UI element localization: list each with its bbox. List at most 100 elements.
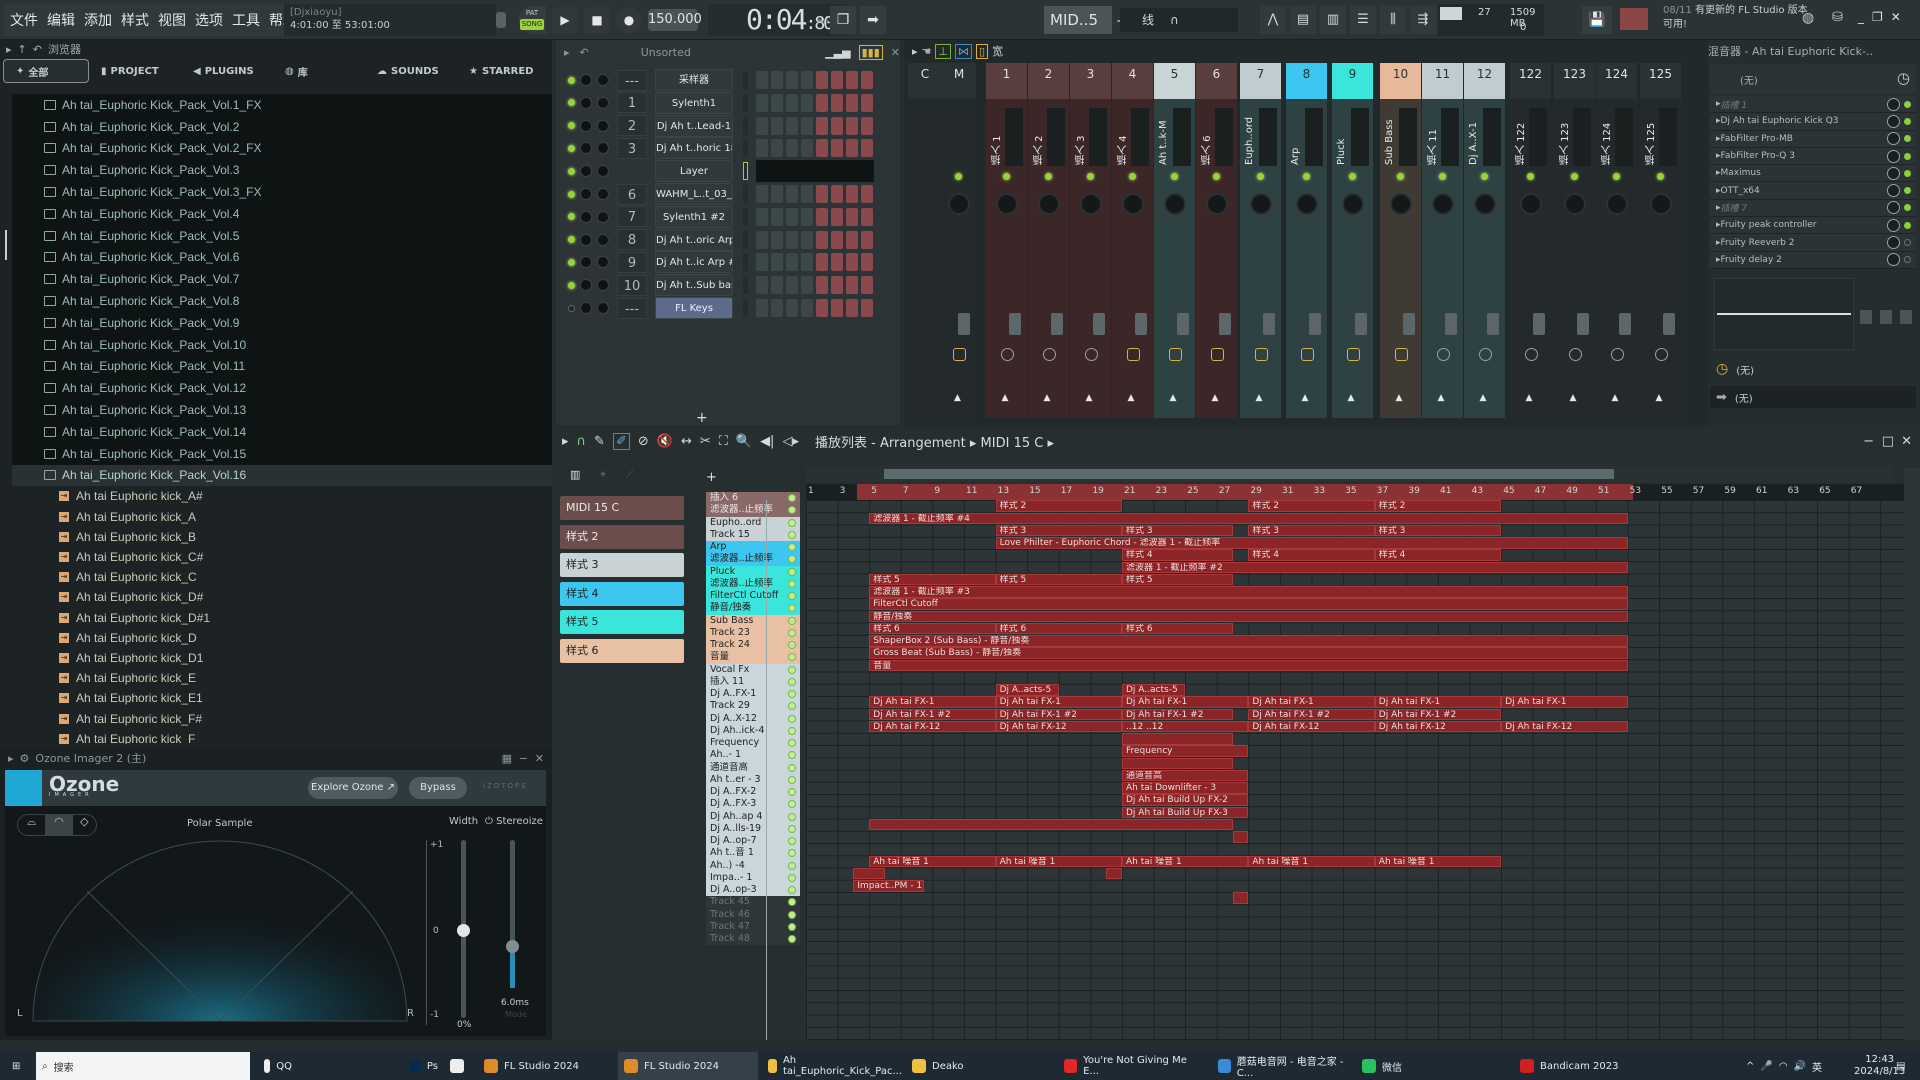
track-header[interactable]: Dj Ah..ap 4	[706, 810, 800, 823]
pan-knob[interactable]	[1431, 193, 1454, 215]
channel-name-button[interactable]: Dj Ah t..horic 18	[655, 137, 733, 160]
track-enable-led[interactable]	[788, 555, 796, 564]
mute-led[interactable]	[568, 99, 575, 107]
route-arrow-icon[interactable]: ▲	[1570, 393, 1577, 403]
track-enable-led[interactable]	[788, 751, 796, 760]
taskbar-app[interactable]: Ah tai_Euphoric_Kick_Pac...	[762, 1052, 902, 1080]
step-button[interactable]	[861, 185, 873, 203]
playlist-clip[interactable]: Dj Ah tai FX-1	[1374, 696, 1502, 708]
track-header[interactable]: Vocal Fx	[706, 663, 800, 676]
step-button[interactable]	[756, 185, 768, 203]
channel-rack-shortcut[interactable]: ▥	[1320, 6, 1346, 34]
track-header[interactable]: 滤波器..止频率	[706, 553, 800, 566]
volume-knob[interactable]	[597, 74, 609, 86]
slip-icon[interactable]: ↔	[681, 434, 692, 449]
step-button[interactable]	[846, 276, 858, 295]
playlist-clip[interactable]: 样式 4	[1374, 549, 1502, 561]
fx-enable-led[interactable]	[1904, 100, 1911, 108]
step-button[interactable]	[786, 71, 798, 89]
mute-led[interactable]	[568, 236, 575, 244]
step-button[interactable]	[831, 185, 843, 203]
mixer-strip[interactable]: 123 插入 123 ▲	[1554, 63, 1595, 418]
mixer-track-number[interactable]: 2	[617, 115, 647, 137]
pan-knob[interactable]	[995, 193, 1018, 215]
track-enable-led[interactable]	[788, 494, 796, 502]
track-enable-led[interactable]	[788, 775, 796, 784]
pattern-item[interactable]: 样式 6	[560, 638, 684, 663]
record-button[interactable]: ●	[616, 7, 642, 33]
expand-icon[interactable]: ▸	[6, 43, 12, 56]
step-button[interactable]	[861, 93, 873, 112]
menu-options[interactable]: 选项	[195, 10, 223, 30]
playlist-clip[interactable]: Ah tai Downlifter - 3	[1122, 782, 1249, 794]
step-button[interactable]	[786, 299, 798, 317]
mixer-track-number[interactable]: ---	[617, 69, 647, 91]
step-button[interactable]	[846, 230, 858, 249]
mix-knob[interactable]	[1887, 97, 1900, 111]
taskbar-app[interactable]: You're Not Giving Me E...	[1058, 1052, 1198, 1080]
playlist-clip[interactable]: Love Philter - Euphoric Chord - 滤波器 1 - …	[995, 537, 1628, 549]
step-button[interactable]	[801, 139, 813, 158]
taskbar-app[interactable]: FL Studio 2024	[478, 1052, 618, 1080]
eq-fader-low[interactable]	[1860, 310, 1872, 324]
track-header[interactable]: Ah..) -4	[706, 859, 800, 872]
mixer-strip[interactable]: 8 Arp ▲	[1286, 63, 1327, 418]
pan-knob[interactable]	[1341, 193, 1364, 215]
fx-toggle-icon[interactable]	[1210, 348, 1224, 361]
mixer-strip[interactable]: 11 插入 11 ▲	[1422, 63, 1463, 418]
mixer-mute-led[interactable]	[1212, 173, 1220, 180]
step-button[interactable]	[831, 71, 843, 89]
step-button[interactable]	[846, 185, 858, 203]
step-button[interactable]	[861, 276, 873, 295]
track-enable-led[interactable]	[788, 641, 796, 649]
mute-led[interactable]	[568, 213, 575, 221]
automation-icon[interactable]: ⟋	[626, 468, 634, 482]
restore-button[interactable]: ❐	[1872, 10, 1883, 24]
fx-toggle-icon[interactable]	[1346, 348, 1360, 361]
taskbar-app[interactable]: Bandicam 2023	[1514, 1052, 1654, 1080]
track-enable-led[interactable]	[788, 873, 796, 882]
browser-folder[interactable]: Ah tai_Euphoric Kick_Pack_Vol.12	[12, 377, 552, 399]
track-enable-led[interactable]	[788, 714, 796, 723]
pan-knob[interactable]	[580, 96, 592, 109]
channel-name-button[interactable]: Sylenth1 #2	[655, 205, 733, 228]
mute-led[interactable]	[568, 76, 575, 84]
track-header[interactable]: Arp	[706, 541, 800, 554]
taskbar-app[interactable]: Ps	[404, 1052, 438, 1080]
gear-icon[interactable]: ⚙	[20, 752, 30, 765]
pan-knob[interactable]	[580, 74, 592, 86]
close-button[interactable]: ✕	[1891, 10, 1901, 24]
track-enable-led[interactable]	[788, 898, 796, 907]
pan-knob[interactable]	[580, 142, 592, 155]
step-button[interactable]	[816, 139, 828, 158]
fx-toggle-icon[interactable]	[1436, 348, 1450, 361]
fx-slot[interactable]: ▸ FabFilter Pro-Q 3	[1710, 147, 1916, 166]
step-button[interactable]	[816, 93, 828, 112]
fx-slot[interactable]: ▸ Dj Ah tai Euphoric Kick Q3	[1710, 113, 1916, 131]
globe-icon[interactable]: ◍	[1802, 10, 1814, 26]
volume-knob[interactable]	[597, 256, 609, 269]
back-icon[interactable]: ↶	[33, 43, 42, 56]
mixer-mute-led[interactable]	[1438, 173, 1446, 180]
track-header[interactable]: Track 29	[706, 700, 800, 713]
step-button[interactable]	[861, 116, 873, 135]
pattern-item[interactable]: 样式 5	[560, 610, 684, 635]
mixer-track-number[interactable]: 9	[617, 251, 647, 273]
mixer-strip[interactable]: 7 Euph..ord ▲	[1240, 63, 1281, 418]
mixer-mute-led[interactable]	[1170, 173, 1178, 180]
volume-icon[interactable]: 🔊	[1794, 1061, 1806, 1072]
step-button[interactable]	[831, 93, 843, 112]
browser-folder[interactable]: Ah tai_Euphoric Kick_Pack_Vol.10	[12, 334, 552, 356]
output-selector[interactable]: ➡ (无)	[1710, 386, 1916, 408]
playlist-clip[interactable]: 样式 4	[1248, 549, 1375, 561]
fx-toggle-icon[interactable]	[1168, 348, 1182, 361]
route-arrow-icon[interactable]: ▲	[1128, 393, 1135, 403]
browser-folder[interactable]: Ah tai_Euphoric Kick_Pack_Vol.6	[12, 247, 552, 269]
eq-fader-mid[interactable]	[1880, 310, 1892, 324]
playlist-clip[interactable]: Dj A..acts-5	[1122, 684, 1186, 696]
mixer-track-number[interactable]: 7	[617, 206, 647, 228]
browser-file[interactable]: ⇥ Ah tai Euphoric kick_C	[12, 567, 552, 588]
mixer-strip[interactable]: 12 Dj A..X-1 ▲	[1464, 63, 1505, 418]
playlist-clip[interactable]: 样式 2	[1374, 500, 1502, 512]
route-arrow-icon[interactable]: ▲	[1480, 393, 1487, 403]
